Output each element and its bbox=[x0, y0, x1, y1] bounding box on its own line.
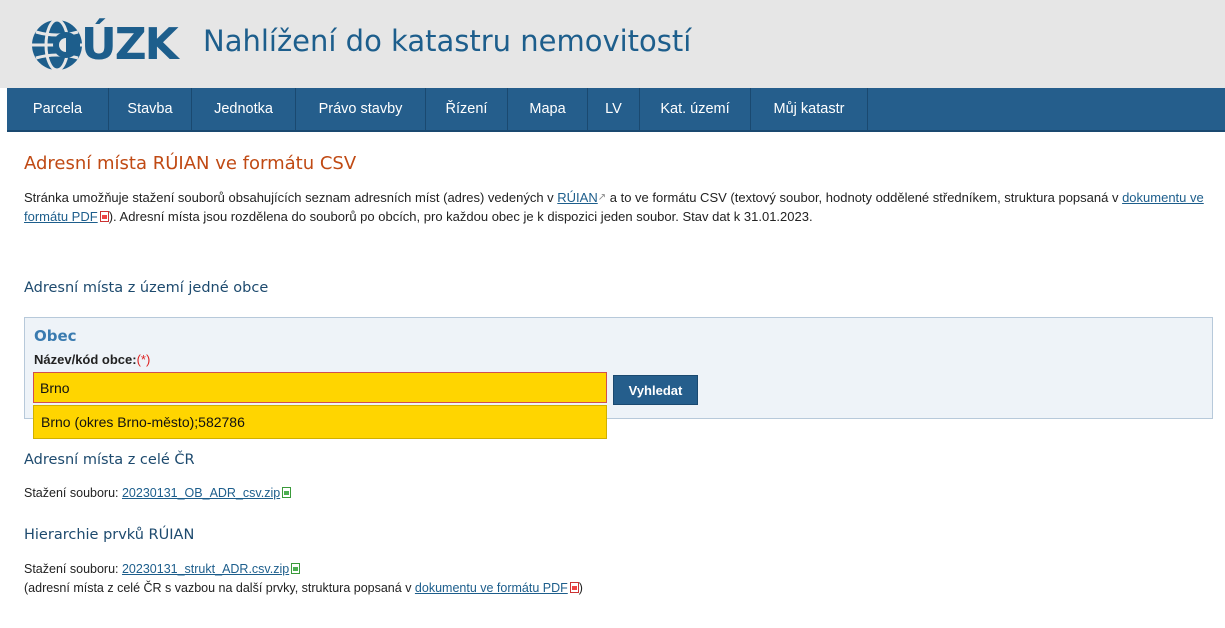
main-nav: Parcela Stavba Jednotka Právo stavby Říz… bbox=[7, 88, 1225, 132]
download-link-ob-adr[interactable]: 20230131_OB_ADR_csv.zip bbox=[122, 486, 280, 500]
nav-item-jednotka[interactable]: Jednotka bbox=[192, 88, 296, 130]
section-heading-obec: Adresní místa z území jedné obce bbox=[24, 280, 269, 296]
page-title: Adresní místa RÚIAN ve formátu CSV bbox=[24, 153, 357, 174]
ruian-link[interactable]: RÚIAN bbox=[557, 190, 597, 205]
intro-text: Stránka umožňuje stažení souborů obsahuj… bbox=[24, 188, 1209, 226]
external-link-icon: ↗ bbox=[597, 192, 607, 203]
pdf-file-icon bbox=[569, 582, 579, 593]
zip-file-icon bbox=[291, 563, 301, 574]
nav-item-parcela[interactable]: Parcela bbox=[7, 88, 109, 130]
note-text-after: ) bbox=[578, 581, 583, 595]
pdf-doc-link-hierarchie[interactable]: dokumentu ve formátu PDF bbox=[415, 581, 568, 595]
obec-legend: Obec bbox=[34, 327, 77, 345]
zip-file-icon bbox=[282, 487, 292, 498]
cuzk-logo[interactable]: ÚZK bbox=[30, 10, 179, 80]
nav-item-stavba[interactable]: Stavba bbox=[109, 88, 192, 130]
required-mark: (*) bbox=[136, 352, 151, 367]
autocomplete-suggestion[interactable]: Brno (okres Brno-město);582786 bbox=[33, 405, 607, 439]
obec-search-input[interactable] bbox=[33, 372, 607, 403]
logo-letters: ÚZK bbox=[81, 19, 179, 70]
nav-item-kat-uzemi[interactable]: Kat. území bbox=[640, 88, 751, 130]
obec-field-label: Název/kód obce:(*) bbox=[34, 352, 150, 367]
section-heading-hierarchie: Hierarchie prvků RÚIAN bbox=[24, 527, 195, 543]
download-link-strukt-adr[interactable]: 20230131_strukt_ADR.csv.zip bbox=[122, 562, 289, 576]
nav-item-rizeni[interactable]: Řízení bbox=[426, 88, 508, 130]
section-heading-cr: Adresní místa z celé ČR bbox=[24, 452, 195, 468]
intro-part-3: ). Adresní místa jsou rozdělena do soubo… bbox=[108, 209, 813, 224]
intro-part-2: a to ve formátu CSV (textový soubor, hod… bbox=[606, 190, 1123, 205]
note-text-before: (adresní místa z celé ČR s vazbou na dal… bbox=[24, 581, 415, 595]
download-cr: Stažení souboru: 20230131_OB_ADR_csv.zip bbox=[24, 484, 292, 502]
download-label: Stažení souboru: bbox=[24, 486, 122, 500]
download-label: Stažení souboru: bbox=[24, 562, 122, 576]
download-hierarchie: Stažení souboru: 20230131_strukt_ADR.csv… bbox=[24, 560, 301, 578]
pdf-file-icon bbox=[99, 211, 109, 222]
obec-field-label-text: Název/kód obce: bbox=[34, 352, 137, 367]
globe-logo-icon bbox=[32, 18, 82, 72]
app-title: Nahlížení do katastru nemovitostí bbox=[203, 24, 692, 58]
intro-part-1: Stránka umožňuje stažení souborů obsahuj… bbox=[24, 190, 558, 205]
nav-item-lv[interactable]: LV bbox=[588, 88, 640, 130]
nav-item-mapa[interactable]: Mapa bbox=[508, 88, 588, 130]
nav-item-pravo-stavby[interactable]: Právo stavby bbox=[296, 88, 426, 130]
search-button[interactable]: Vyhledat bbox=[613, 375, 698, 405]
header: ÚZK Nahlížení do katastru nemovitostí bbox=[0, 0, 1225, 88]
hierarchie-note: (adresní místa z celé ČR s vazbou na dal… bbox=[24, 579, 583, 597]
obec-fieldset: Obec Název/kód obce:(*) Vyhledat Brno (o… bbox=[24, 317, 1213, 439]
nav-item-muj-katastr[interactable]: Můj katastr bbox=[751, 88, 868, 130]
